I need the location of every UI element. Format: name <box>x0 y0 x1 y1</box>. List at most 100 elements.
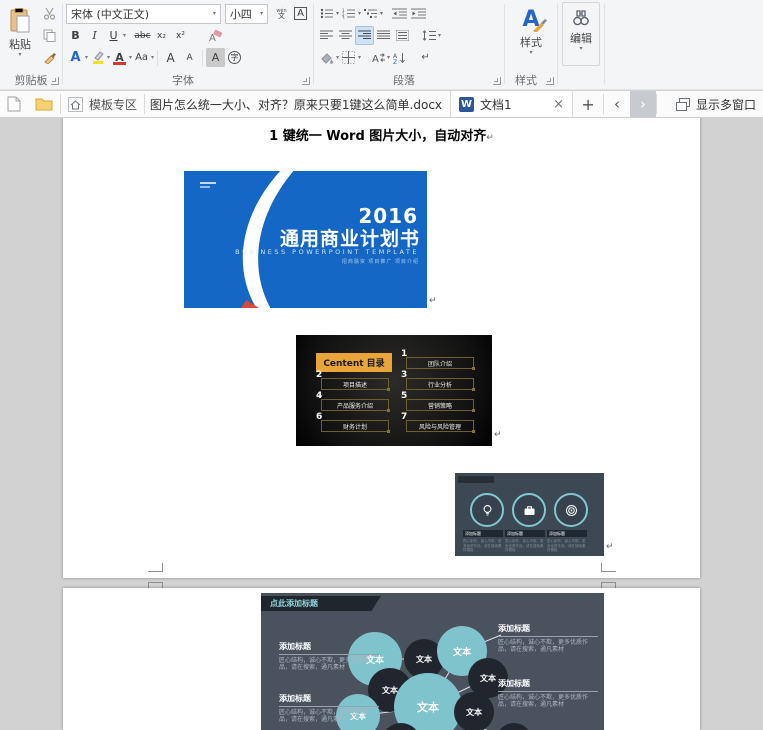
page-2[interactable]: 点此添加标题 文本 文本 文本 文本 文本 文本 文本 文本 添加标题 匠心结构… <box>63 588 700 730</box>
new-file-icon[interactable] <box>0 91 28 117</box>
toc-item: 7 风险与风险管理 <box>401 412 475 433</box>
scroll-tabs-back-button[interactable]: ‹ <box>604 91 630 117</box>
font-color-button[interactable]: A <box>110 48 129 67</box>
bulb-icon <box>481 504 494 517</box>
underline-arrow[interactable]: ▾ <box>123 32 126 39</box>
font-name-select[interactable]: 宋体 (中文正文) ▾ <box>66 3 221 24</box>
toc-item: 4 产品服务介绍 <box>316 391 390 412</box>
paste-button[interactable]: 粘贴 ▾ <box>3 2 37 68</box>
font-dialog-launcher[interactable] <box>302 77 310 85</box>
highlight-color-button[interactable] <box>88 48 107 67</box>
bullets-icon[interactable] <box>317 4 336 23</box>
network-callout: 添加标题 匠心结构，诚心不欺，更多优质作品，请在搜索，通凡素材 <box>498 623 598 653</box>
copy-icon[interactable] <box>40 26 59 45</box>
home-icon <box>68 96 83 112</box>
phonetic-guide-button[interactable]: wén 文 <box>272 4 291 23</box>
paste-icon <box>9 8 31 34</box>
close-tab-icon[interactable]: × <box>553 97 564 112</box>
scroll-tabs-forward-button[interactable]: › <box>630 91 657 117</box>
clipboard-dialog-launcher[interactable] <box>51 77 59 85</box>
character-shading-button[interactable]: A <box>206 48 226 67</box>
enclose-characters-button[interactable]: 字 <box>225 48 244 67</box>
numbering-icon[interactable]: 123 <box>339 4 358 23</box>
template-zone-tab[interactable]: 模板专区 <box>61 91 144 117</box>
paragraph-mark: ↵ <box>606 542 614 552</box>
clear-formatting-icon[interactable]: A <box>206 26 225 45</box>
superscript-button[interactable]: x² <box>171 26 190 45</box>
style-group: A 样式 ▾ 样式 <box>505 0 557 90</box>
page-1[interactable]: 1 键统一 Word 图片大小，自动对齐↵ 2016 通用商业计划书 BUSIN… <box>63 118 700 578</box>
text-effects-button[interactable]: A <box>66 48 85 67</box>
italic-button[interactable]: I <box>85 26 104 45</box>
line-spacing-icon[interactable] <box>419 26 438 45</box>
borders-arrow[interactable]: ▾ <box>358 54 361 61</box>
decrease-indent-icon[interactable] <box>390 4 409 23</box>
word-file-icon: W <box>459 96 475 112</box>
change-case-arrow[interactable]: ▾ <box>151 54 154 61</box>
multi-window-icon <box>675 97 690 111</box>
character-border-button[interactable]: A <box>291 4 310 23</box>
paragraph-mark: ↵ <box>494 430 502 440</box>
paragraph-dialog-launcher[interactable] <box>493 77 501 85</box>
toc-item: 6 财务计划 <box>316 412 390 433</box>
toc-item: 3 行业分析 <box>401 370 475 391</box>
new-tab-button[interactable]: + <box>573 91 603 117</box>
font-size-select[interactable]: 小四 ▾ <box>224 3 269 24</box>
doc-tab-1[interactable]: 图片怎么统一大小、对齐？原来只要1键这么简单.docx <box>145 91 452 117</box>
multilevel-list-icon[interactable] <box>361 4 380 23</box>
align-center-icon[interactable] <box>336 26 355 45</box>
open-folder-icon[interactable] <box>28 91 60 117</box>
style-dialog-launcher[interactable] <box>546 77 554 85</box>
image-slide-network[interactable]: 点此添加标题 文本 文本 文本 文本 文本 文本 文本 文本 添加标题 匠心结构… <box>261 593 604 730</box>
network-callout: 添加标题 匠心结构，诚心不欺，更多优质作品，请在搜索，通凡素材 <box>279 641 379 671</box>
grow-font-button[interactable]: A <box>161 48 180 67</box>
doc-tab-1-title: 图片怎么统一大小、对齐？原来只要1键这么简单.docx <box>149 97 443 112</box>
style-group-label: 样式 <box>515 74 537 87</box>
title-paragraph-mark: ↵ <box>486 133 494 143</box>
cut-icon[interactable] <box>40 4 59 23</box>
image-slide-contents[interactable]: Centent 目录 2 项目描述 4 产品服务介绍 6 财务计划 1 团队介绍… <box>296 335 492 446</box>
format-painter-icon[interactable] <box>40 48 59 67</box>
increase-indent-icon[interactable] <box>409 4 428 23</box>
circle-item <box>512 493 546 527</box>
distribute-icon[interactable] <box>393 26 412 45</box>
shrink-font-button[interactable]: A <box>180 48 199 67</box>
svg-text:Z: Z <box>393 59 397 64</box>
change-case-button[interactable]: Aa <box>132 48 151 67</box>
asian-layout-icon[interactable]: A <box>368 48 387 67</box>
circle-item-body: 匠心制作，诚心不欺，更多优质作品，请在搜索素材模板 <box>547 539 586 552</box>
clipboard-group: 粘贴 ▾ 剪贴板 <box>0 0 62 90</box>
underline-button[interactable]: U <box>104 26 123 45</box>
borders-icon[interactable] <box>339 48 358 67</box>
document-tab-bar: 模板专区 图片怎么统一大小、对齐？原来只要1键这么简单.docx W 文档1 ×… <box>0 91 763 118</box>
edit-label: 编辑 <box>570 32 592 45</box>
style-button[interactable]: A 样式 ▾ <box>510 2 552 66</box>
paste-dropdown-arrow: ▾ <box>18 51 22 58</box>
shading-icon[interactable] <box>317 48 336 67</box>
style-icon: A <box>522 8 547 32</box>
doc-tab-2-active[interactable]: W 文档1 × <box>451 91 574 117</box>
align-right-icon[interactable] <box>355 26 374 45</box>
multilevel-arrow[interactable]: ▾ <box>380 10 383 17</box>
document-workspace[interactable]: 1 键统一 Word 图片大小，自动对齐↵ 2016 通用商业计划书 BUSIN… <box>0 118 763 730</box>
circle-item <box>470 493 504 527</box>
circle-item-title: 添加标题 <box>547 530 587 537</box>
show-marks-button[interactable]: ↵ <box>416 48 435 67</box>
sort-icon[interactable]: AZ <box>390 48 409 67</box>
font-group-label: 字体 <box>172 74 194 87</box>
style-label: 样式 <box>520 36 542 49</box>
edit-button[interactable]: 编辑 ▾ <box>562 2 600 66</box>
show-multi-window-button[interactable]: 显示多窗口 <box>669 91 763 117</box>
toc-item: 2 项目描述 <box>316 370 390 391</box>
slide3-corner-label <box>458 476 494 483</box>
bold-button[interactable]: B <box>66 26 85 45</box>
strikethrough-button[interactable]: abc <box>133 26 152 45</box>
edit-arrow: ▾ <box>579 45 583 52</box>
align-left-icon[interactable] <box>317 26 336 45</box>
subscript-button[interactable]: x₂ <box>152 26 171 45</box>
justify-icon[interactable] <box>374 26 393 45</box>
line-spacing-arrow[interactable]: ▾ <box>438 32 441 39</box>
circle-item-title: 添加标题 <box>505 530 545 537</box>
image-slide-icons[interactable]: 添加标题 添加标题 添加标题 匠心制作，诚心不欺，更多优质作品，请在搜索素材模板… <box>455 473 604 556</box>
image-slide-cover[interactable]: 2016 通用商业计划书 BUSINESS POWERPOINT TEMPLAT… <box>184 171 427 308</box>
